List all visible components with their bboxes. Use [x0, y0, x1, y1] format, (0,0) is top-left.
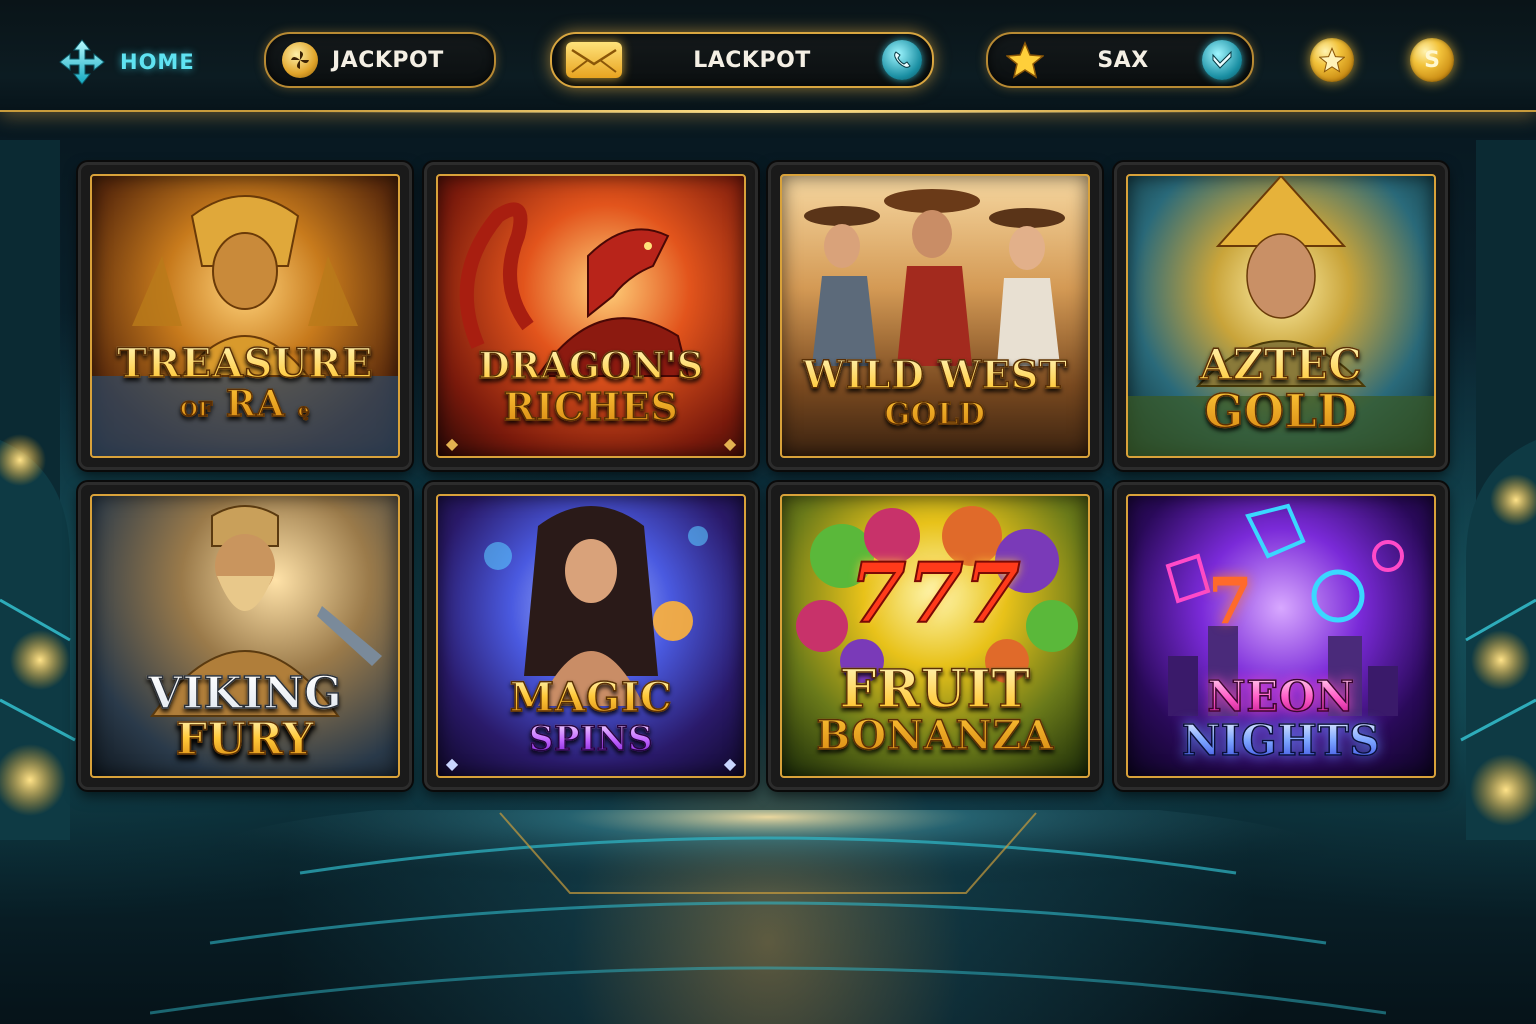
game-title: VIKING FURY	[92, 668, 398, 763]
game-tile-dragons-riches[interactable]: DRAGON'S RICHES ◆ ◆	[424, 162, 758, 470]
lackpot-nav-button[interactable]: LACKPOT	[550, 32, 934, 88]
phone-icon	[882, 40, 922, 80]
tile-frame: 7 NEON NIGHTS	[1126, 494, 1436, 778]
game-title-line2: RICHES	[503, 384, 679, 429]
game-title: WILD WEST GOLD	[782, 352, 1088, 432]
tile-frame: WILD WEST GOLD	[780, 174, 1090, 458]
top-navigation-bar: HOME JACKPOT LACKPOT SAX S	[0, 0, 1536, 113]
star-icon	[1005, 41, 1045, 79]
triple-seven-badge: 777	[848, 545, 1021, 643]
corner-ornament-icon: ◆	[445, 754, 459, 773]
game-title-line2: RA	[225, 383, 285, 425]
s-coin-icon[interactable]: S	[1410, 38, 1454, 82]
plus-arrow-icon	[59, 39, 105, 85]
game-title: TREASURE OF RA ę	[92, 340, 398, 425]
game-tile-magic-spins[interactable]: MAGIC SPINS ◆ ◆	[424, 482, 758, 790]
game-title-line1: TREASURE	[116, 340, 374, 387]
corner-ornament-icon: ◆	[445, 434, 459, 453]
game-title-line1: FRUIT	[839, 659, 1031, 720]
home-label: HOME	[120, 50, 195, 74]
tile-frame: AZTEC GOLD	[1126, 174, 1436, 458]
check-heart-icon	[1202, 40, 1242, 80]
casino-lobby: HOME JACKPOT LACKPOT SAX S TREASURE OF R…	[0, 0, 1536, 1024]
star-coin-icon[interactable]	[1310, 38, 1354, 82]
sax-label: SAX	[1097, 47, 1149, 73]
game-title-line2: SPINS	[438, 721, 744, 757]
game-title: FRUIT BONANZA	[782, 659, 1088, 759]
game-tile-treasure-of-ra[interactable]: TREASURE OF RA ę	[78, 162, 412, 470]
game-title-line1: DRAGON'S	[478, 345, 704, 387]
left-coin-pillar-decoration	[0, 140, 76, 840]
game-title-line2: BONANZA	[816, 712, 1054, 759]
jackpot-label: JACKPOT	[332, 47, 444, 73]
lackpot-label: LACKPOT	[693, 47, 811, 73]
game-tile-aztec-gold[interactable]: AZTEC GOLD	[1114, 162, 1448, 470]
home-nav-button[interactable]: HOME	[58, 38, 195, 86]
tile-frame: 777 FRUIT BONANZA	[780, 494, 1090, 778]
game-title-line1: WILD WEST	[802, 352, 1068, 397]
jackpot-nav-button[interactable]: JACKPOT	[264, 32, 496, 88]
game-grid: TREASURE OF RA ę DRAGON'S RICHES ◆ ◆ WIL…	[78, 162, 1460, 798]
game-title-line2: NIGHTS	[1128, 719, 1434, 763]
tile-frame: TREASURE OF RA ę	[90, 174, 400, 458]
sax-nav-button[interactable]: SAX	[986, 32, 1254, 88]
game-title: NEON NIGHTS	[1128, 675, 1434, 763]
right-coin-pillar-decoration	[1460, 140, 1536, 840]
tile-frame: MAGIC SPINS ◆ ◆	[436, 494, 746, 778]
game-title-of: OF	[179, 397, 213, 421]
game-title: AZTEC GOLD	[1128, 340, 1434, 438]
game-tile-viking-fury[interactable]: VIKING FURY	[78, 482, 412, 790]
game-title-line1: AZTEC	[1199, 340, 1363, 389]
tile-frame: DRAGON'S RICHES ◆ ◆	[436, 174, 746, 458]
tile-frame: VIKING FURY	[90, 494, 400, 778]
game-title-line2: GOLD	[884, 397, 986, 432]
neon-seven-badge: 7	[1208, 564, 1253, 639]
game-title-line2: FURY	[92, 717, 398, 763]
game-title-line2-group: OF RA ę	[92, 383, 398, 425]
game-tile-fruit-bonanza[interactable]: 777 FRUIT BONANZA	[768, 482, 1102, 790]
s-coin-glyph: S	[1424, 47, 1440, 73]
game-title-suffix: ę	[297, 400, 310, 421]
envelope-icon	[566, 42, 622, 78]
game-tile-wild-west-gold[interactable]: WILD WEST GOLD	[768, 162, 1102, 470]
corner-ornament-icon: ◆	[723, 434, 737, 453]
game-title: DRAGON'S RICHES	[438, 345, 744, 429]
game-title-line2: GOLD	[1203, 384, 1358, 438]
game-tile-neon-nights[interactable]: 7 NEON NIGHTS	[1114, 482, 1448, 790]
game-title: MAGIC SPINS	[438, 677, 744, 757]
game-title-line1: VIKING	[147, 668, 343, 719]
stage-floor-decoration	[150, 810, 1386, 1015]
pinwheel-icon	[282, 42, 318, 78]
game-title-line1: NEON	[1128, 675, 1434, 719]
corner-ornament-icon: ◆	[723, 754, 737, 773]
game-title-line1: MAGIC	[438, 677, 744, 719]
